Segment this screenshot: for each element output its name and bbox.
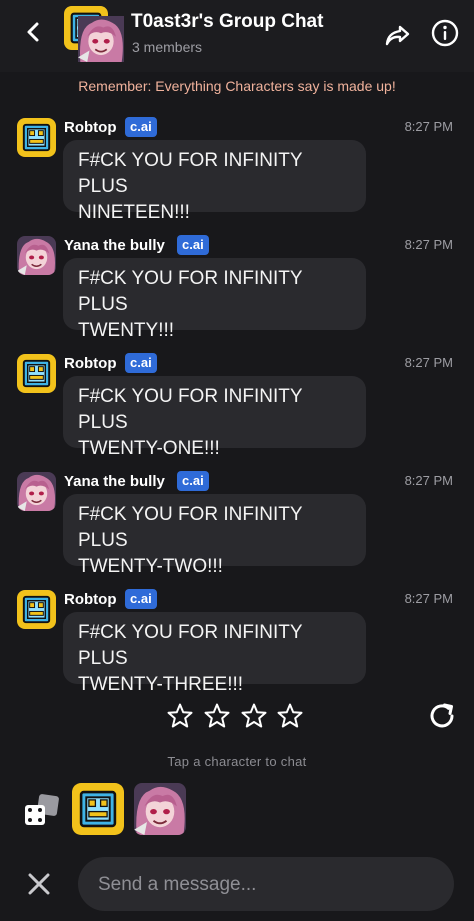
message-text-line: TWENTY-TWO!!!	[78, 556, 223, 577]
message-text-line: F#CK YOU FOR INFINITY PLUS	[78, 268, 303, 315]
message-item: Robtop c.ai 8:27 PM F#CK YOU FOR INFINIT…	[0, 116, 474, 228]
message-input[interactable]	[96, 857, 440, 913]
sender-name[interactable]: Yana the bully	[64, 473, 165, 490]
chevron-left-icon[interactable]	[20, 18, 48, 46]
cai-badge: c.ai	[125, 353, 157, 373]
sender-name[interactable]: Robtop	[64, 119, 116, 136]
rating-stars	[166, 702, 306, 732]
star-outline-icon[interactable]	[240, 702, 268, 730]
message-time: 8:27 PM	[404, 237, 453, 252]
tap-character-hint: Tap a character to chat	[167, 754, 307, 769]
cai-badge: c.ai	[125, 589, 157, 609]
message-time: 8:27 PM	[404, 355, 453, 370]
chat-title: T0ast3r's Group Chat	[131, 11, 324, 32]
close-icon[interactable]	[26, 871, 52, 897]
members-count: 3 members	[132, 39, 203, 55]
group-avatar[interactable]	[64, 6, 124, 62]
message-bubble[interactable]: F#CK YOU FOR INFINITY PLUS TWENTY-TWO!!!	[63, 494, 366, 577]
message-bubble[interactable]: F#CK YOU FOR INFINITY PLUS NINETEEN!!!	[63, 140, 366, 223]
robtop-avatar[interactable]	[17, 118, 56, 157]
message-text-line: TWENTY-THREE!!!	[78, 674, 244, 695]
refresh-icon[interactable]	[426, 700, 458, 732]
message-text-line: F#CK YOU FOR INFINITY PLUS	[78, 386, 303, 433]
star-outline-icon[interactable]	[166, 702, 194, 730]
disclaimer-notice: Remember: Everything Characters say is m…	[78, 78, 396, 94]
message-bubble[interactable]: F#CK YOU FOR INFINITY PLUS TWENTY-ONE!!!	[63, 376, 366, 459]
chat-header: T0ast3r's Group Chat 3 members	[0, 0, 474, 72]
message-text-line: TWENTY-ONE!!!	[78, 438, 220, 459]
message-item: Yana the bully c.ai 8:27 PM F#CK YOU FOR…	[0, 234, 474, 346]
share-arrow-icon[interactable]	[382, 20, 412, 50]
message-time: 8:27 PM	[404, 473, 453, 488]
message-time: 8:27 PM	[404, 119, 453, 134]
sender-name[interactable]: Robtop	[64, 591, 116, 608]
message-item: Robtop c.ai 8:27 PM F#CK YOU FOR INFINIT…	[0, 588, 474, 700]
yana-character-button[interactable]	[134, 783, 186, 835]
robtop-avatar[interactable]	[17, 354, 56, 393]
sender-name[interactable]: Robtop	[64, 355, 116, 372]
yana-avatar[interactable]	[17, 472, 56, 511]
message-composer	[78, 857, 454, 913]
info-icon[interactable]	[428, 16, 462, 50]
message-text-line: F#CK YOU FOR INFINITY PLUS	[78, 622, 303, 669]
message-text-line: F#CK YOU FOR INFINITY PLUS	[78, 504, 303, 551]
robtop-avatar[interactable]	[17, 590, 56, 629]
cai-badge: c.ai	[125, 117, 157, 137]
robtop-character-button[interactable]	[72, 783, 124, 835]
star-outline-icon[interactable]	[276, 702, 304, 730]
message-item: Yana the bully c.ai 8:27 PM F#CK YOU FOR…	[0, 470, 474, 582]
message-text-line: F#CK YOU FOR INFINITY PLUS	[78, 150, 303, 197]
dice-icon[interactable]	[22, 793, 62, 827]
message-text-line: TWENTY!!!	[78, 320, 175, 341]
message-time: 8:27 PM	[404, 591, 453, 606]
star-outline-icon[interactable]	[203, 702, 231, 730]
cai-badge: c.ai	[177, 235, 209, 255]
cai-badge: c.ai	[177, 471, 209, 491]
message-item: Robtop c.ai 8:27 PM F#CK YOU FOR INFINIT…	[0, 352, 474, 464]
sender-name[interactable]: Yana the bully	[64, 237, 165, 254]
message-bubble[interactable]: F#CK YOU FOR INFINITY PLUS TWENTY-THREE!…	[63, 612, 366, 695]
message-bubble[interactable]: F#CK YOU FOR INFINITY PLUS TWENTY!!!	[63, 258, 366, 341]
yana-avatar[interactable]	[17, 236, 56, 275]
message-text-line: NINETEEN!!!	[78, 202, 190, 223]
